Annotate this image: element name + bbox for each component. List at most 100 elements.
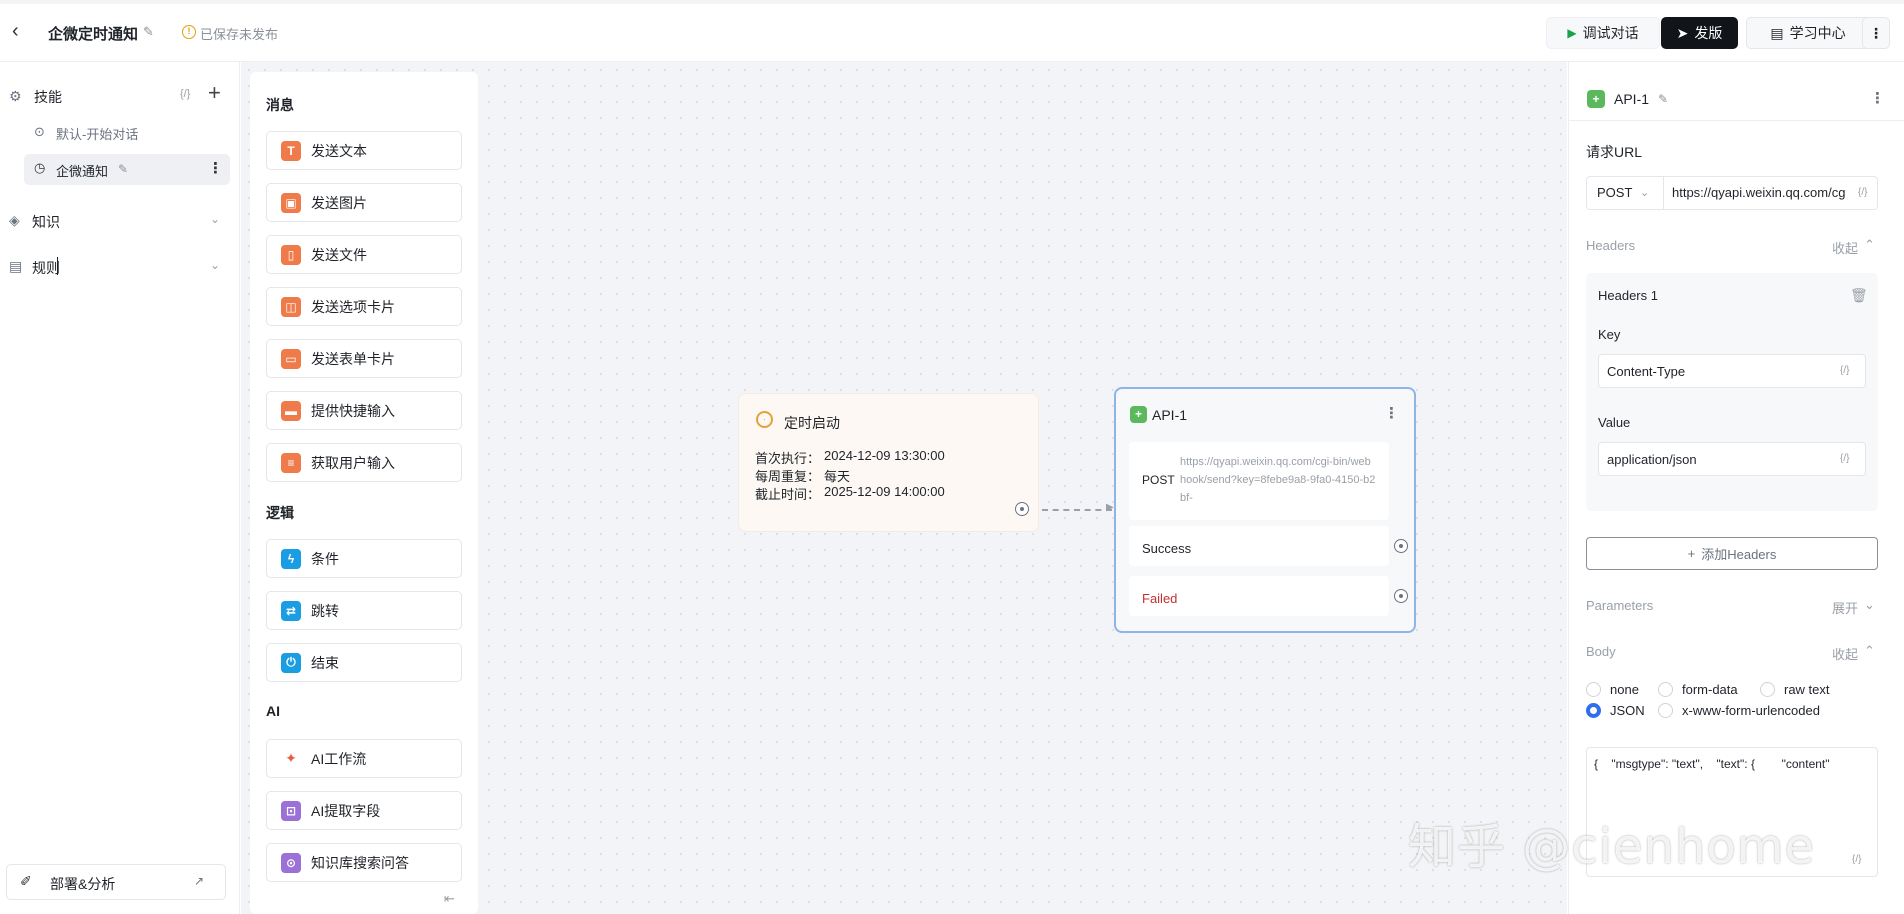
text-icon: T bbox=[281, 140, 301, 161]
text-cursor bbox=[57, 257, 58, 275]
radio-json[interactable] bbox=[1586, 703, 1601, 718]
palette-item-get-user-input[interactable]: ≡ 获取用户输入 bbox=[266, 443, 462, 482]
rules-icon: ▤ bbox=[9, 258, 23, 274]
collapse-palette-icon[interactable]: ⇤ bbox=[444, 891, 455, 907]
back-icon[interactable]: ‹ bbox=[12, 20, 32, 42]
success-output-port[interactable] bbox=[1394, 539, 1408, 553]
timer-first-run-label: 首次执行： bbox=[755, 451, 821, 466]
panel-more-icon[interactable]: ⋮ bbox=[1870, 89, 1885, 107]
deploy-analytics-button[interactable] bbox=[6, 864, 226, 900]
headers-collapse-toggle[interactable]: 收起 bbox=[1832, 238, 1858, 257]
edit-title-icon[interactable]: ✎ bbox=[143, 24, 154, 40]
failed-output-port[interactable] bbox=[1394, 589, 1408, 603]
add-headers-button[interactable]: + 添加Headers bbox=[1586, 537, 1878, 570]
variable-icon[interactable]: {/} bbox=[1840, 365, 1849, 376]
search-doc-icon: ⊙ bbox=[281, 852, 301, 873]
api-icon: + bbox=[1130, 406, 1147, 423]
palette-item-ai-workflow[interactable]: ✦ AI工作流 bbox=[266, 739, 462, 778]
save-status: 已保存未发布 bbox=[200, 27, 279, 42]
url-separator bbox=[1663, 176, 1664, 210]
variable-icon[interactable]: {/} bbox=[180, 88, 190, 100]
radio-raw-text[interactable] bbox=[1760, 682, 1775, 697]
timer-end-label: 截止时间： bbox=[755, 487, 821, 502]
quick-input-icon: ▬ bbox=[281, 400, 301, 421]
deploy-analytics-label: 部署&分析 bbox=[50, 876, 116, 892]
palette-item-send-text[interactable]: T 发送文本 bbox=[266, 131, 462, 170]
watermark: 知乎 @cienhome bbox=[1408, 819, 1816, 875]
add-headers-label: 添加Headers bbox=[1701, 547, 1777, 562]
power-icon: ⏻ bbox=[281, 652, 301, 673]
radio-none[interactable] bbox=[1586, 682, 1601, 697]
url-input[interactable]: https://qyapi.weixin.qq.com/cg bbox=[1672, 185, 1854, 200]
radio-form-data[interactable] bbox=[1658, 682, 1673, 697]
rules-section-label[interactable]: 规则 bbox=[32, 258, 60, 278]
variable-icon[interactable]: {/} bbox=[1852, 854, 1861, 865]
parameters-expand-toggle[interactable]: 展开 bbox=[1832, 598, 1858, 617]
knowledge-section-label[interactable]: 知识 bbox=[32, 212, 60, 232]
header-card-title: Headers 1 bbox=[1598, 288, 1658, 303]
expand-icon[interactable]: ⌄ bbox=[1864, 597, 1875, 613]
timer-output-port[interactable] bbox=[1015, 502, 1029, 516]
timer-end-value: 2025-12-09 14:00:00 bbox=[824, 484, 945, 499]
arrow-up-right-icon: ↗ bbox=[194, 874, 205, 888]
headers-section-label: Headers bbox=[1586, 238, 1636, 253]
skill-more-icon[interactable]: ⋮ bbox=[208, 159, 223, 177]
palette-section-logic: 逻辑 bbox=[266, 505, 294, 521]
palette-item-quick-input[interactable]: ▬ 提供快捷输入 bbox=[266, 391, 462, 430]
request-url-label: 请求URL bbox=[1586, 144, 1643, 160]
edit-skill-icon[interactable]: ✎ bbox=[118, 162, 128, 176]
radio-raw-text-label: raw text bbox=[1784, 682, 1830, 697]
node-more-icon[interactable]: ⋮ bbox=[1384, 404, 1399, 422]
extract-icon: ⊡ bbox=[281, 800, 301, 821]
palette-item-end[interactable]: ⏻ 结束 bbox=[266, 643, 462, 682]
palette-item-send-image[interactable]: ▣ 发送图片 bbox=[266, 183, 462, 222]
learning-center-button[interactable]: ▤ 学习中心 bbox=[1746, 17, 1870, 49]
panel-divider bbox=[1568, 120, 1904, 121]
add-skill-icon[interactable]: + bbox=[208, 82, 221, 104]
value-value: application/json bbox=[1607, 452, 1697, 467]
palette-item-send-form-card[interactable]: ▭ 发送表单卡片 bbox=[266, 339, 462, 378]
api-node-title: API-1 bbox=[1152, 407, 1188, 423]
tools-icon: ✐ bbox=[20, 873, 32, 889]
variable-icon[interactable]: {/} bbox=[1858, 187, 1867, 198]
publish-button[interactable]: ➤ 发版 bbox=[1661, 17, 1738, 49]
left-sidebar bbox=[0, 62, 240, 914]
edit-name-icon[interactable]: ✎ bbox=[1658, 92, 1668, 106]
palette-section-message: 消息 bbox=[266, 97, 294, 113]
skills-section-label[interactable]: 技能 bbox=[34, 87, 62, 107]
failed-label: Failed bbox=[1142, 591, 1178, 606]
play-icon: ▶ bbox=[1567, 26, 1577, 40]
chevron-down-icon[interactable]: ⌄ bbox=[210, 212, 220, 226]
body-section-label: Body bbox=[1586, 644, 1616, 659]
trash-icon[interactable]: 🗑 bbox=[1850, 287, 1868, 304]
send-icon: ➤ bbox=[1676, 24, 1689, 41]
more-menu-button[interactable]: ⋮ bbox=[1862, 17, 1890, 49]
body-content: { "msgtype": "text", "text": { "content" bbox=[1594, 757, 1830, 771]
parameters-section-label: Parameters bbox=[1586, 598, 1654, 613]
skill-item-default[interactable]: 默认-开始对话 bbox=[56, 124, 138, 143]
key-value: Content-Type bbox=[1607, 364, 1686, 379]
body-collapse-toggle[interactable]: 收起 bbox=[1832, 644, 1858, 663]
save-status-icon: ! bbox=[182, 25, 196, 39]
connection-line bbox=[1042, 509, 1112, 511]
radio-form-data-label: form-data bbox=[1682, 682, 1738, 697]
palette-item-send-file[interactable]: ▯ 发送文件 bbox=[266, 235, 462, 274]
method-select[interactable]: POST bbox=[1597, 185, 1632, 200]
variable-icon[interactable]: {/} bbox=[1840, 453, 1849, 464]
chevron-down-icon[interactable]: ⌄ bbox=[1640, 186, 1649, 199]
chevron-down-icon[interactable]: ⌄ bbox=[210, 258, 220, 272]
palette-item-ai-extract[interactable]: ⊡ AI提取字段 bbox=[266, 791, 462, 830]
palette-item-kb-qa[interactable]: ⊙ 知识库搜索问答 bbox=[266, 843, 462, 882]
palette-item-condition[interactable]: ϟ 条件 bbox=[266, 539, 462, 578]
collapse-icon[interactable]: ⌃ bbox=[1864, 643, 1875, 659]
collapse-icon[interactable]: ⌃ bbox=[1864, 237, 1875, 253]
option-card-icon: ◫ bbox=[281, 296, 301, 317]
debug-chat-label: 调试对话 bbox=[1582, 25, 1639, 41]
palette-item-send-option-card[interactable]: ◫ 发送选项卡片 bbox=[266, 287, 462, 326]
value-label: Value bbox=[1598, 415, 1631, 430]
palette-item-jump[interactable]: ⇄ 跳转 bbox=[266, 591, 462, 630]
layers-icon: ◈ bbox=[9, 212, 20, 228]
radio-urlencoded[interactable] bbox=[1658, 703, 1673, 718]
skill-item-wecom-notice[interactable]: 企微通知 bbox=[56, 161, 108, 180]
debug-chat-button[interactable]: ▶ 调试对话 bbox=[1546, 17, 1660, 49]
